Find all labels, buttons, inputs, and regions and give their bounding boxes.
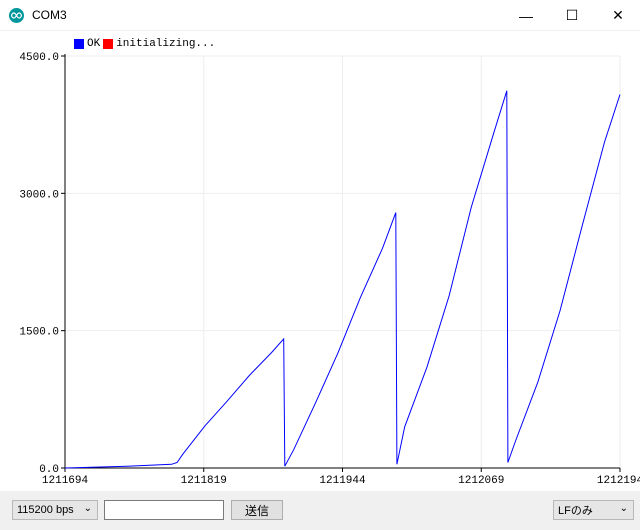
y-tick-label: 3000.0	[19, 189, 59, 201]
line-ending-select[interactable]: LFのみ ⌄	[553, 500, 634, 520]
line-ending-value: LFのみ	[558, 505, 593, 517]
legend-swatch-ok	[74, 39, 84, 49]
send-button[interactable]: 送信	[231, 500, 283, 520]
baud-rate-value: 115200 bps	[17, 504, 74, 516]
x-tick-label: 1211819	[181, 475, 227, 487]
minimize-button[interactable]: —	[503, 0, 549, 31]
chevron-down-icon: ⌄	[83, 503, 92, 514]
maximize-button[interactable]: ☐	[549, 0, 595, 31]
close-button[interactable]: ✕	[595, 0, 640, 31]
chevron-down-icon: ⌄	[619, 503, 628, 514]
x-tick-label: 1212069	[458, 475, 504, 487]
minimize-icon: —	[519, 7, 533, 24]
maximize-icon: ☐	[565, 7, 579, 23]
y-tick-label: 4500.0	[19, 52, 59, 64]
baud-rate-select[interactable]: 115200 bps ⌄	[12, 500, 98, 520]
close-icon: ✕	[612, 7, 624, 23]
legend-entry-ok: OK	[74, 38, 100, 50]
x-tick-label: 1211694	[42, 475, 89, 487]
bottom-toolbar: 115200 bps ⌄ 送信 LFのみ ⌄	[0, 491, 640, 530]
send-input[interactable]	[104, 500, 224, 520]
legend-label-initializing: initializing...	[116, 38, 216, 50]
arduino-icon	[9, 8, 24, 23]
infinity-glyph	[11, 12, 22, 19]
send-button-label: 送信	[244, 503, 269, 518]
title-bar: COM3 — ☐ ✕	[0, 0, 640, 31]
legend: OK initializing...	[74, 38, 218, 50]
serial-plotter: 0.0 1500.0 3000.0 4500.0 1211694 1211819 12119…	[0, 31, 640, 491]
x-tick-label: 1212194	[597, 475, 640, 487]
x-tick-label: 1211944	[319, 475, 366, 487]
legend-swatch-initializing	[103, 39, 114, 49]
plot-canvas: 0.01500.03000.04500.01211694 1211819 12119…	[19, 52, 640, 487]
legend-label-ok: OK	[87, 38, 101, 50]
y-tick-label: 1500.0	[19, 327, 59, 339]
window-title: COM3	[32, 8, 67, 22]
legend-entry-initializing: initializing...	[103, 38, 215, 50]
